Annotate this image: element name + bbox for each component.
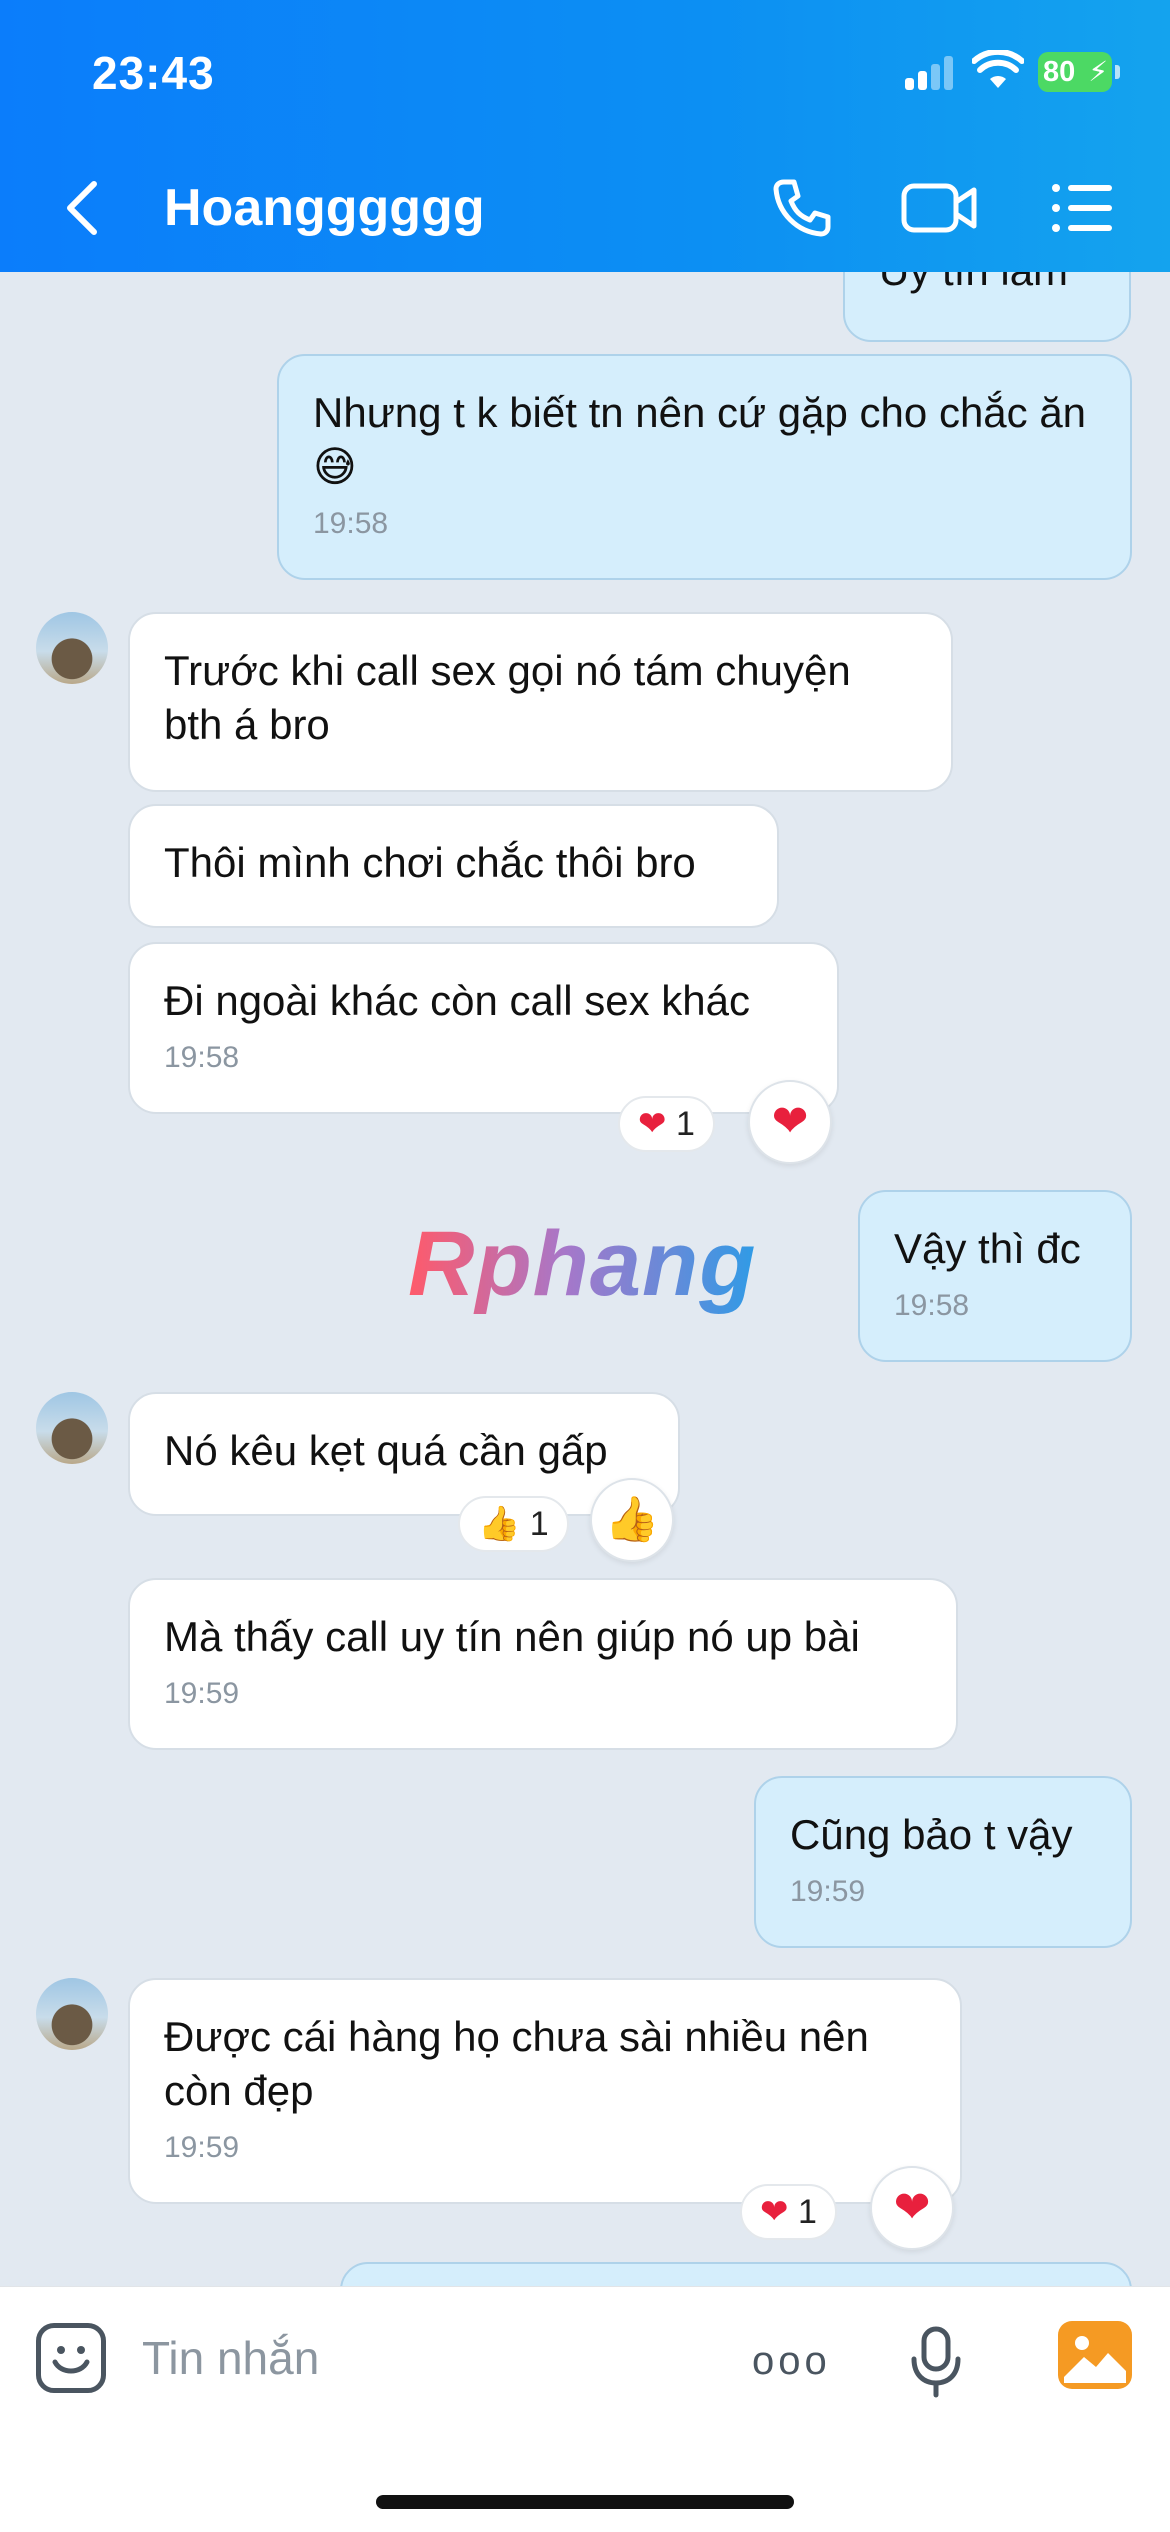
message-text: Nó kêu kẹt quá cần gấp <box>164 1427 608 1474</box>
composer-bar: Tin nhắn ooo <box>0 2286 1170 2532</box>
battery-indicator: 80 ⚡ <box>1038 52 1120 92</box>
reaction-summary[interactable]: 👍 1 <box>458 1496 569 1552</box>
reaction-summary[interactable]: ❤ 1 <box>618 1096 715 1152</box>
reaction-count: 1 <box>529 1505 549 1543</box>
microphone-icon[interactable] <box>906 2325 966 2399</box>
message-text: Mà thấy call uy tín nên giúp nó up bài <box>164 1613 860 1660</box>
charging-bolt-icon: ⚡ <box>1088 56 1108 87</box>
message-time: 19:58 <box>894 1289 970 1322</box>
contact-avatar[interactable] <box>36 612 108 684</box>
message-time: 19:59 <box>164 2131 240 2164</box>
cellular-signal-icon <box>905 56 957 90</box>
reaction-summary[interactable]: ❤ 1 <box>740 2184 837 2240</box>
message-outgoing[interactable]: Uy tín lắm <box>843 272 1131 342</box>
contact-avatar[interactable] <box>36 1392 108 1464</box>
watermark-logo: Rphang <box>408 1213 757 1315</box>
message-incoming[interactable]: Trước khi call sex gọi nó tám chuyện bth… <box>128 612 953 792</box>
message-time: 19:58 <box>313 507 389 540</box>
message-incoming[interactable]: Mà thấy call uy tín nên giúp nó up bài 1… <box>128 1578 958 1750</box>
thumbs-up-icon: 👍 <box>478 1505 521 1543</box>
back-arrow-icon[interactable] <box>62 178 102 238</box>
message-text: Vậy thì đc <box>894 1225 1081 1272</box>
heart-icon: ❤ <box>638 1105 667 1143</box>
more-options-button[interactable]: ooo <box>752 2339 831 2384</box>
message-list[interactable]: Uy tín lắm Nhưng t k biết tn nên cứ gặp … <box>0 272 1170 2286</box>
home-indicator <box>376 2495 794 2509</box>
heart-icon: ❤ <box>760 2193 789 2231</box>
contact-avatar[interactable] <box>36 1978 108 2050</box>
message-incoming[interactable]: Thôi mình chơi chắc thôi bro <box>128 804 779 928</box>
message-incoming[interactable]: Được cái hàng họ chưa sài nhiều nên còn … <box>128 1978 962 2204</box>
message-text: Được cái hàng họ chưa sài nhiều nên còn … <box>164 2013 869 2114</box>
message-text: Trước khi call sex gọi nó tám chuyện bth… <box>164 647 851 748</box>
image-picture-icon <box>1064 2336 1126 2383</box>
phone-call-icon[interactable] <box>770 176 834 240</box>
message-outgoing[interactable] <box>340 2262 1132 2286</box>
thumbs-up-reaction-button[interactable]: 👍 <box>590 1478 674 1562</box>
message-text: Cũng bảo t vậy <box>790 1811 1073 1858</box>
message-text: Đi ngoài khác còn call sex khác <box>164 977 750 1024</box>
battery-cap <box>1115 65 1120 79</box>
message-outgoing[interactable]: Cũng bảo t vậy 19:59 <box>754 1776 1132 1948</box>
image-gallery-icon[interactable] <box>1058 2321 1132 2389</box>
status-time: 23:43 <box>92 47 215 99</box>
video-call-icon[interactable] <box>900 176 980 240</box>
message-text: Uy tín lắm <box>879 272 1068 294</box>
message-outgoing[interactable]: Vậy thì đc 19:58 <box>858 1190 1132 1362</box>
contact-name[interactable]: Hoangggggg <box>164 178 485 238</box>
heart-reaction-button[interactable]: ❤ <box>870 2166 954 2250</box>
message-incoming[interactable]: Đi ngoài khác còn call sex khác 19:58 <box>128 942 839 1114</box>
message-text: Thôi mình chơi chắc thôi bro <box>164 839 696 886</box>
message-input[interactable]: Tin nhắn <box>142 2331 319 2385</box>
battery-level: 80 <box>1043 56 1076 88</box>
chat-header: 23:43 80 ⚡ Hoangggggg <box>0 0 1170 272</box>
wifi-icon <box>972 50 1024 88</box>
message-time: 19:59 <box>164 1677 240 1710</box>
message-text: Nhưng t k biết tn nên cứ gặp cho chắc ăn… <box>313 389 1087 490</box>
message-outgoing[interactable]: Nhưng t k biết tn nên cứ gặp cho chắc ăn… <box>277 354 1132 580</box>
message-time: 19:58 <box>164 1041 240 1074</box>
sticker-emoji-icon[interactable] <box>36 2323 106 2393</box>
menu-list-icon[interactable] <box>1050 176 1114 240</box>
message-time: 19:59 <box>790 1875 866 1908</box>
smiley-face-icon <box>52 2346 90 2374</box>
reaction-count: 1 <box>797 2193 817 2231</box>
reaction-count: 1 <box>675 1105 695 1143</box>
heart-reaction-button[interactable]: ❤ <box>748 1080 832 1164</box>
